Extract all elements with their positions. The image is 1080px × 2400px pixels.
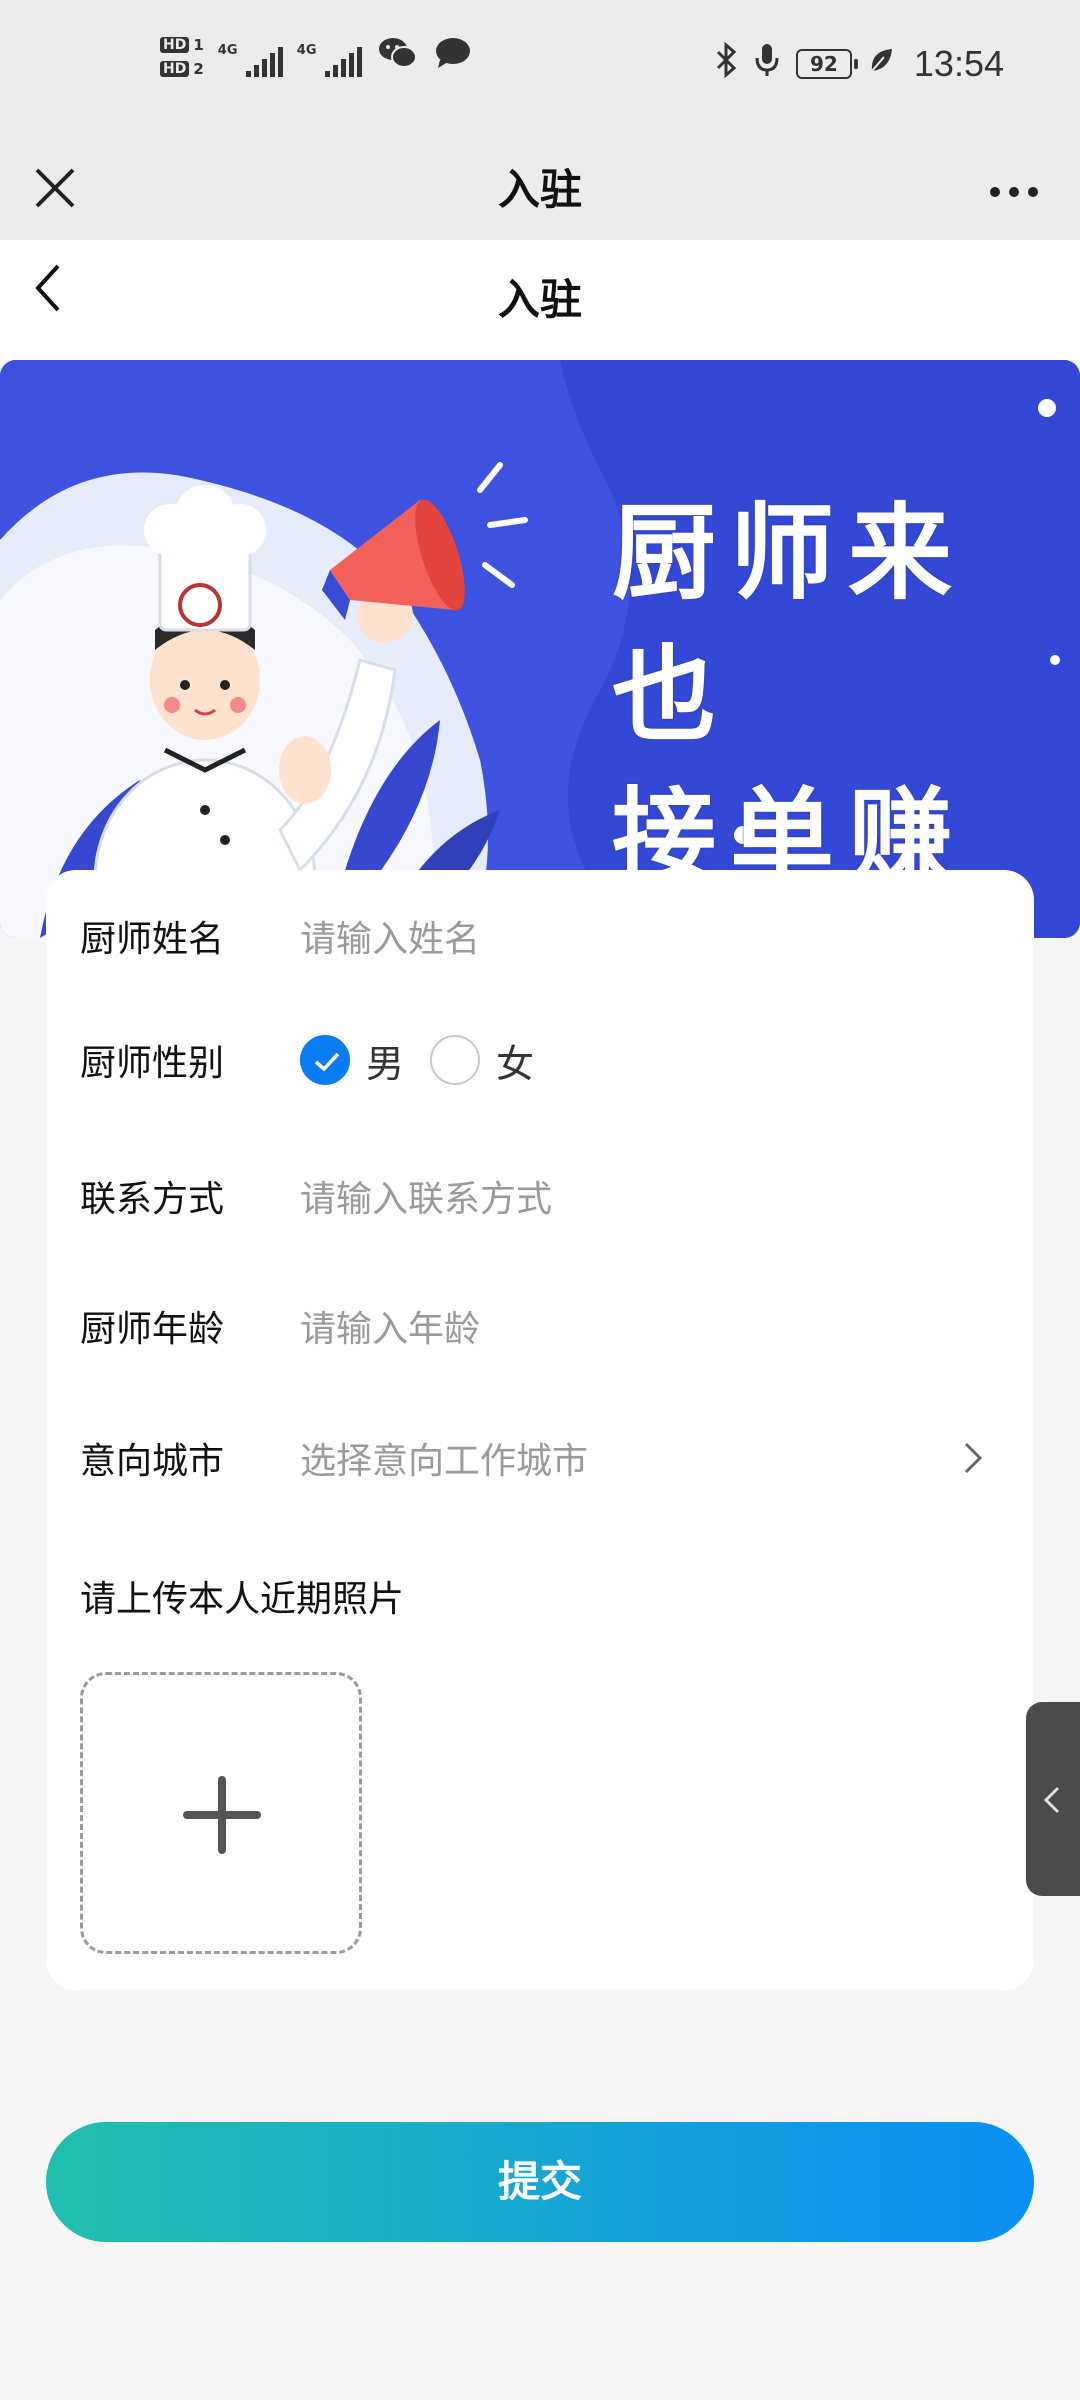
- clock: 13:54: [913, 43, 1004, 84]
- age-row: 厨师年龄 请输入年龄: [80, 1286, 1000, 1366]
- page-title: 入驻: [497, 275, 582, 324]
- city-row[interactable]: 意向城市 选择意向工作城市: [80, 1418, 1000, 1498]
- wechat-icon: [378, 36, 418, 78]
- signal-icon-2: 4G: [296, 37, 362, 77]
- age-input[interactable]: 请输入年龄: [300, 1300, 480, 1352]
- microphone-icon: [754, 42, 780, 86]
- gender-female-radio[interactable]: [430, 1035, 481, 1085]
- page-header: 入驻: [0, 240, 1080, 360]
- gender-row: 厨师性别 男 女: [80, 1020, 1000, 1100]
- name-row: 厨师姓名 请输入姓名: [80, 896, 1000, 976]
- more-icon: [990, 187, 1038, 197]
- sim2-number: 2: [193, 60, 204, 78]
- contact-label: 联系方式: [80, 1179, 225, 1220]
- name-label: 厨师姓名: [80, 919, 225, 960]
- photo-upload-label: 请上传本人近期照片: [80, 1579, 405, 1620]
- sim-indicators: HD 1 HD 2: [160, 36, 204, 78]
- status-left: HD 1 HD 2 4G 4G: [160, 36, 472, 78]
- plus-icon-vertical: [218, 1776, 226, 1854]
- gender-male-label: 男: [366, 1041, 405, 1086]
- side-drawer-tab[interactable]: [1026, 1702, 1080, 1896]
- sim2-indicator: HD 2: [160, 60, 204, 78]
- status-bar: HD 1 HD 2 4G 4G 92 13:54: [0, 0, 1080, 140]
- city-picker[interactable]: 选择意向工作城市: [300, 1432, 588, 1484]
- message-icon: [434, 36, 472, 78]
- gender-male-radio[interactable]: [300, 1035, 350, 1085]
- registration-form: 厨师姓名 请输入姓名 厨师性别 男 女 联系方式 请输入联系方式 厨师年龄 请输…: [46, 870, 1034, 1990]
- miniapp-nav-bar: 入驻: [0, 140, 1080, 240]
- recruit-banner: 厨师来也 接单赚钱: [0, 360, 1080, 938]
- chevron-right-icon: [964, 1442, 983, 1474]
- check-icon: [314, 1052, 340, 1072]
- bluetooth-icon: [714, 41, 738, 86]
- network-type-2: 4G: [296, 43, 317, 58]
- city-label: 意向城市: [80, 1441, 225, 1482]
- photo-upload-button[interactable]: [80, 1672, 362, 1954]
- network-type-1: 4G: [217, 43, 238, 58]
- chevron-left-icon: [1043, 1786, 1060, 1814]
- battery-icon: 92: [795, 49, 858, 79]
- sim2-hd: HD: [160, 61, 190, 77]
- contact-row: 联系方式 请输入联系方式: [80, 1156, 1000, 1236]
- sim1-indicator: HD 1: [160, 36, 204, 54]
- name-input[interactable]: 请输入姓名: [300, 910, 480, 962]
- sim1-number: 1: [193, 36, 204, 54]
- more-button[interactable]: [988, 170, 1040, 200]
- contact-input[interactable]: 请输入联系方式: [300, 1170, 552, 1222]
- sim1-hd: HD: [160, 37, 190, 53]
- gender-female-label: 女: [496, 1041, 535, 1086]
- gender-radio-group: 男 女: [300, 1033, 544, 1088]
- status-right: 92 13:54: [714, 41, 1004, 86]
- signal-icon: 4G: [217, 37, 283, 77]
- submit-button[interactable]: 提交: [46, 2122, 1034, 2242]
- battery-level: 92: [809, 52, 838, 76]
- banner-slogan-line1: 厨师来也: [612, 492, 967, 756]
- leaf-icon: [868, 45, 894, 83]
- miniapp-title: 入驻: [497, 165, 582, 214]
- age-label: 厨师年龄: [80, 1309, 225, 1350]
- gender-label: 厨师性别: [80, 1043, 225, 1084]
